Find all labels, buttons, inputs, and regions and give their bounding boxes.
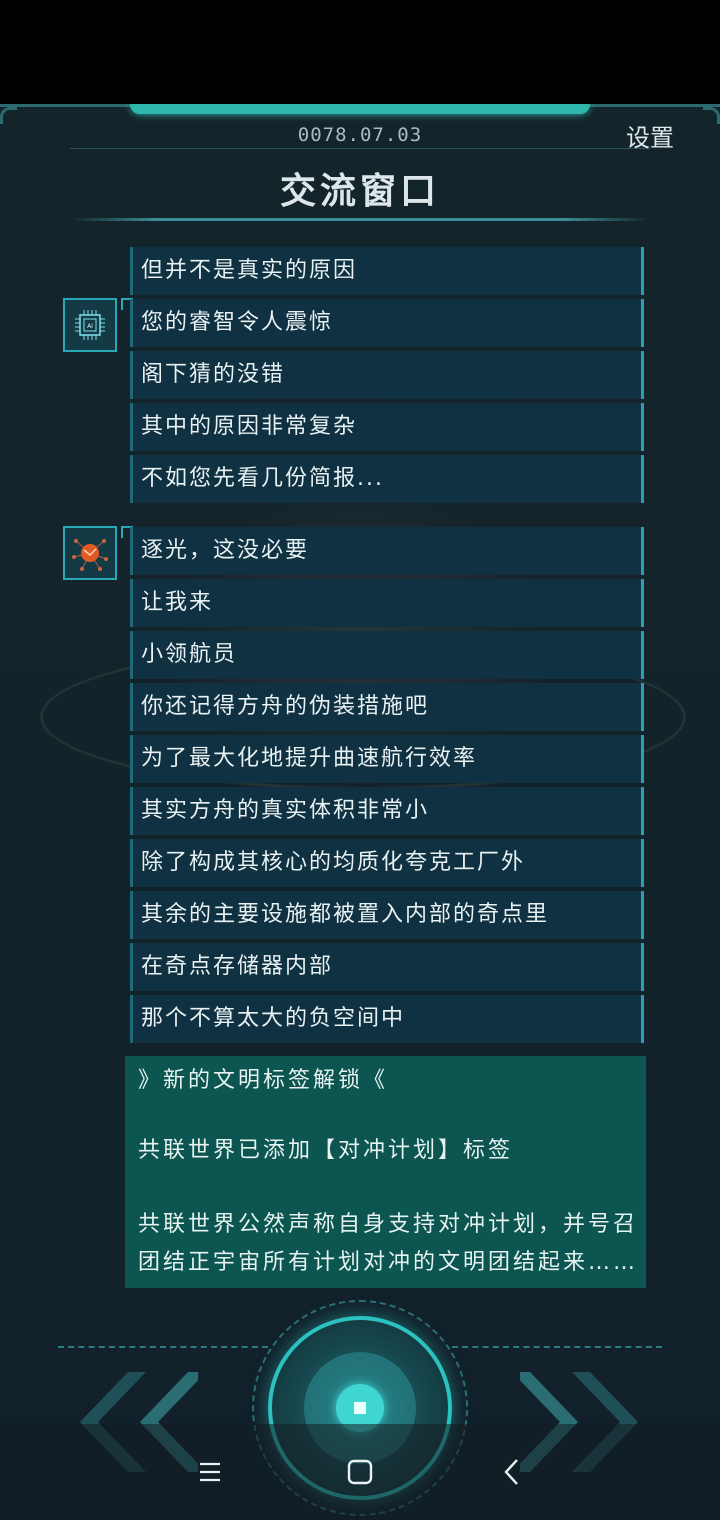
back-icon[interactable] (488, 1448, 536, 1496)
top-frame-glow (130, 104, 590, 114)
message-bubble[interactable]: 在奇点存储器内部 (130, 943, 644, 991)
home-icon[interactable] (336, 1448, 384, 1496)
advance-button-core (354, 1402, 366, 1414)
civilization-tag-notice[interactable]: 》新的文明标签解锁《 共联世界已添加【对冲计划】标签 共联世界公然声称自身支持对… (125, 1056, 646, 1288)
page-title: 交流窗口 (279, 171, 440, 212)
right-dashed-line (452, 1346, 662, 1348)
date-display: 0078.07.03 (297, 124, 423, 146)
ai-chip-icon[interactable]: AI (63, 298, 117, 352)
left-dashed-line (58, 1346, 268, 1348)
message-bubble[interactable]: 让我来 (130, 579, 644, 627)
chat-screen: 0078.07.03 设置 交流窗口 AI 但并不是真实的原因 您的睿智令人震惊… (0, 104, 720, 1520)
settings-button[interactable]: 设置 (626, 118, 674, 153)
message-bubble[interactable]: 你还记得方舟的伪装措施吧 (130, 683, 644, 731)
message-bubble[interactable]: 您的睿智令人震惊 (130, 299, 644, 347)
top-frame-left-corner (0, 107, 17, 124)
message-bubble[interactable]: 其实方舟的真实体积非常小 (130, 787, 644, 835)
red-planet-avatar-icon[interactable] (63, 526, 117, 580)
svg-text:AI: AI (87, 323, 93, 330)
message-bubble[interactable]: 除了构成其核心的均质化夸克工厂外 (130, 839, 644, 887)
message-bubble[interactable]: 逐光，这没必要 (130, 527, 644, 575)
title-divider (70, 218, 650, 221)
message-bubble[interactable]: 小领航员 (130, 631, 644, 679)
message-bubble[interactable]: 其余的主要设施都被置入内部的奇点里 (130, 891, 644, 939)
notice-body: 共联世界公然声称自身支持对冲计划，并号召团结正宇宙所有计划对冲的文明团结起来……… (138, 1212, 639, 1275)
message-bubble[interactable]: 其中的原因非常复杂 (130, 403, 644, 451)
system-navigation-bar (0, 1424, 720, 1520)
message-bubble[interactable]: 为了最大化地提升曲速航行效率 (130, 735, 644, 783)
menu-icon[interactable] (186, 1448, 234, 1496)
message-bubble[interactable]: 不如您先看几份简报... (130, 455, 644, 503)
notice-heading: 》新的文明标签解锁《 (138, 1068, 389, 1093)
message-bubble[interactable]: 但并不是真实的原因 (130, 247, 644, 295)
message-bubble[interactable]: 阁下猜的没错 (130, 351, 644, 399)
top-frame-right-corner (703, 107, 720, 124)
date-divider (70, 148, 650, 149)
notice-tag-added: 共联世界已添加【对冲计划】标签 (138, 1138, 514, 1163)
message-bubble[interactable]: 那个不算太大的负空间中 (130, 995, 644, 1043)
